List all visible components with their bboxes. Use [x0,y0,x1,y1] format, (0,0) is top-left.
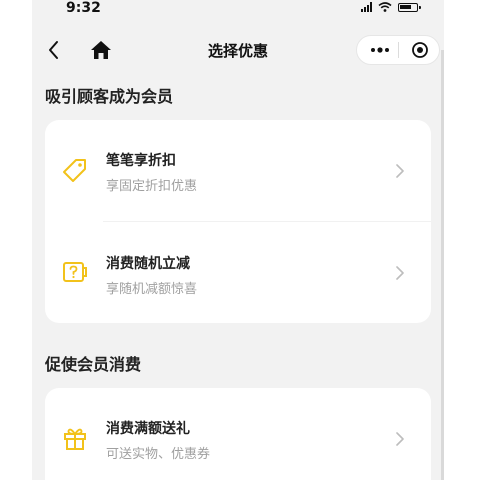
close-target-icon[interactable] [411,41,429,59]
scrollbar[interactable] [441,50,444,480]
option-fixed-discount[interactable]: 笔笔享折扣 享固定折扣优惠 [45,120,431,221]
status-icons [361,2,421,12]
more-dots-icon[interactable] [369,44,391,56]
tag-icon [63,159,86,182]
wifi-icon [378,2,392,12]
discount-card-2: 消费满额送礼 可送实物、优惠券 [45,388,431,480]
option-title: 消费满额送礼 [106,421,190,437]
nav-bar: 选择优惠 [32,30,444,70]
option-title: 消费随机立减 [106,256,190,272]
status-time: 9:32 [66,0,101,16]
option-description: 可送实物、优惠券 [106,447,211,462]
section-title: 促使会员消费 [45,355,142,374]
battery-icon [398,2,421,12]
option-random-discount[interactable]: 消费随机立减 享随机减额惊喜 [45,221,431,322]
chevron-right-icon [396,164,404,178]
section-title: 吸引顾客成为会员 [45,87,174,106]
option-description: 享随机减额惊喜 [106,282,198,297]
option-spend-gift[interactable]: 消费满额送礼 可送实物、优惠券 [45,388,431,480]
signal-icon [361,2,372,12]
gift-icon [64,428,86,450]
capsule-divider [398,42,399,58]
phone-screen: 9:32 选择优惠 吸引顾客成为会员 笔笔享折扣 享固定折扣优惠 消费随机立减 … [32,0,444,480]
option-description: 享固定折扣优惠 [106,179,198,194]
mystery-discount-icon [63,262,87,282]
mini-program-capsule [356,35,440,65]
chevron-right-icon [396,266,404,280]
chevron-right-icon [396,432,404,446]
option-title: 笔笔享折扣 [106,153,176,169]
discount-card-1: 笔笔享折扣 享固定折扣优惠 消费随机立减 享随机减额惊喜 [45,120,431,323]
status-bar: 9:32 [32,0,444,22]
